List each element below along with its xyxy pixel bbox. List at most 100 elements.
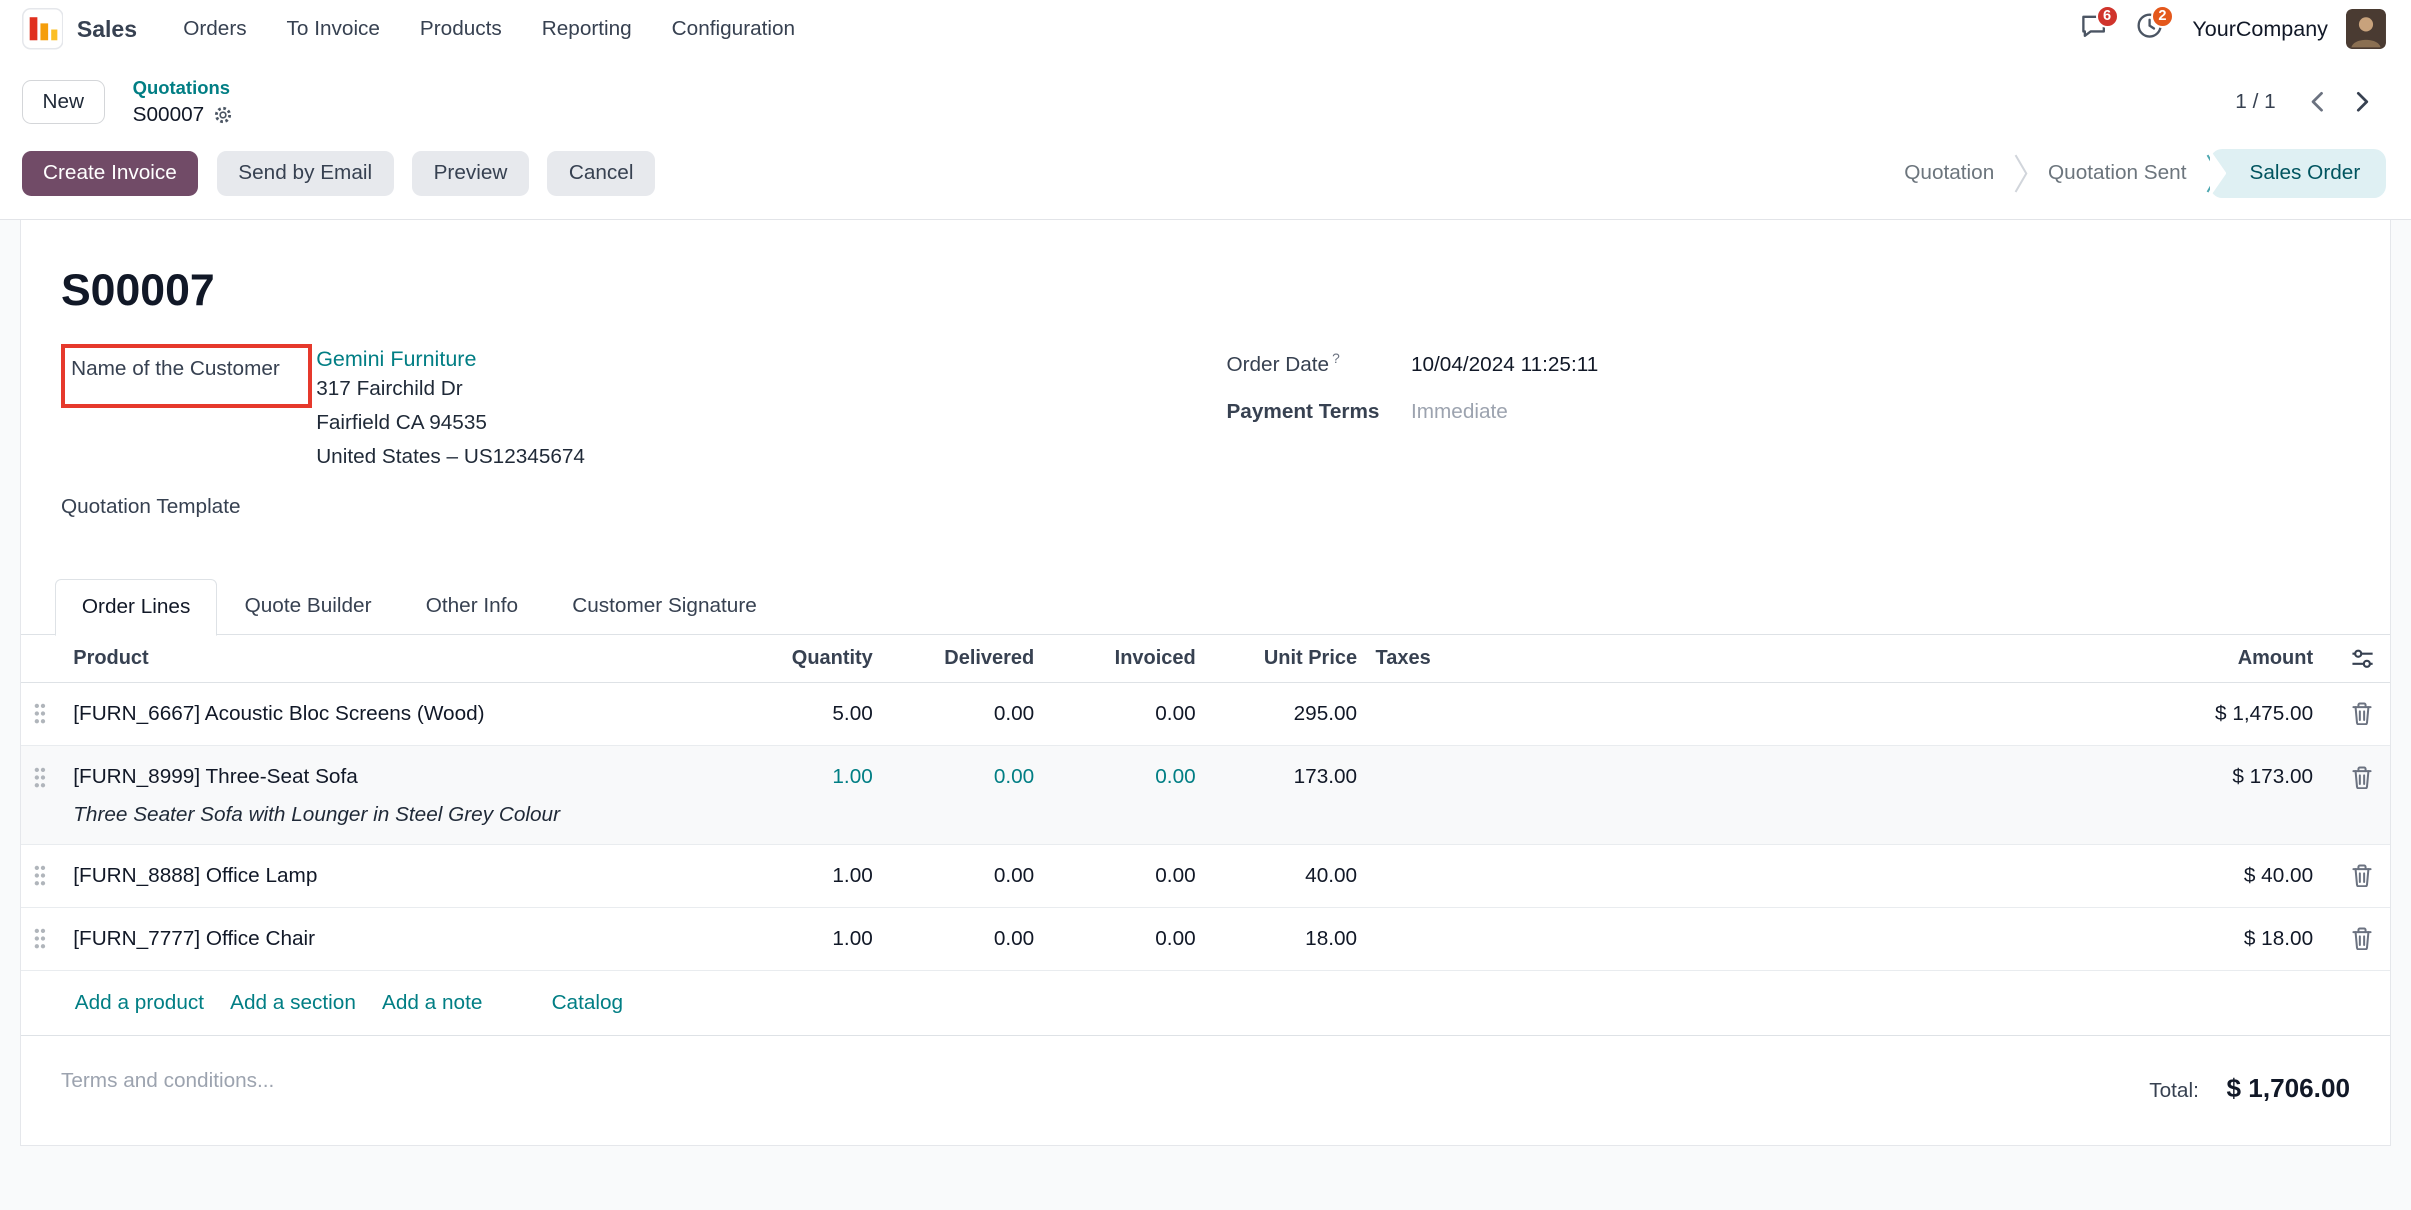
menu-orders[interactable]: Orders — [165, 8, 265, 50]
customer-label-highlight-box: Name of the Customer — [61, 344, 312, 409]
order-date-value[interactable]: 10/04/2024 11:25:11 — [1411, 353, 1598, 377]
drag-handle-icon[interactable] — [21, 927, 58, 950]
cell-invoiced[interactable]: 0.00 — [1034, 864, 1195, 888]
order-line-row[interactable]: [FURN_8888] Office Lamp 1.00 0.00 0.00 4… — [21, 845, 2390, 908]
gear-icon[interactable] — [213, 105, 233, 125]
breadcrumb-quotations-link[interactable]: Quotations — [133, 77, 234, 99]
cell-delivered[interactable]: 0.00 — [873, 927, 1034, 951]
cell-amount: $ 1,475.00 — [2073, 702, 2334, 726]
stage-sales-order-active[interactable]: Sales Order — [2210, 149, 2387, 198]
cell-delivered[interactable]: 0.00 — [873, 702, 1034, 726]
send-by-email-button[interactable]: Send by Email — [217, 151, 394, 197]
catalog-link[interactable]: Catalog — [552, 991, 624, 1015]
col-product[interactable]: Product — [58, 647, 704, 670]
menu-products[interactable]: Products — [401, 8, 520, 50]
payment-terms-label: Payment Terms — [1226, 400, 1411, 424]
product-description[interactable]: Three Seater Sofa with Lounger in Steel … — [21, 803, 2390, 844]
quotation-template-label[interactable]: Quotation Template — [61, 495, 1227, 519]
col-unit-price[interactable]: Unit Price — [1196, 647, 1357, 670]
cell-unit-price[interactable]: 40.00 — [1196, 864, 1357, 888]
activities-button[interactable]: 2 — [2122, 3, 2177, 55]
order-line-row[interactable]: [FURN_8999] Three-Seat Sofa 1.00 0.00 0.… — [21, 746, 2390, 845]
tab-quote-builder[interactable]: Quote Builder — [217, 577, 398, 634]
order-date-row: Order Date? 10/04/2024 11:25:11 — [1226, 350, 2350, 377]
stage-pipeline: Quotation Quotation Sent Sales Order — [1884, 149, 2386, 198]
company-switcher[interactable]: YourCompany — [2192, 17, 2328, 42]
total-block: Total: $ 1,706.00 — [2149, 1069, 2350, 1103]
order-line-row[interactable]: [FURN_7777] Office Chair 1.00 0.00 0.00 … — [21, 908, 2390, 971]
user-avatar[interactable] — [2346, 9, 2386, 49]
payment-terms-value[interactable]: Immediate — [1411, 400, 1508, 424]
stage-quotation-sent[interactable]: Quotation Sent — [2028, 151, 2206, 197]
cell-product[interactable]: [FURN_8888] Office Lamp — [58, 864, 704, 888]
navbar-right: 6 2 YourCompany — [2066, 3, 2386, 55]
tab-other-info[interactable]: Other Info — [399, 577, 546, 634]
help-icon[interactable]: ? — [1332, 350, 1340, 366]
trash-icon[interactable] — [2335, 766, 2390, 789]
pager-count: 1 / 1 — [2235, 90, 2275, 114]
cell-quantity[interactable]: 1.00 — [704, 927, 873, 951]
cell-amount: $ 40.00 — [2073, 864, 2334, 888]
order-lines-table: Product Quantity Delivered Invoiced Unit… — [21, 635, 2390, 971]
col-delivered[interactable]: Delivered — [873, 647, 1034, 670]
cell-delivered[interactable]: 0.00 — [873, 864, 1034, 888]
cell-quantity[interactable]: 1.00 — [704, 864, 873, 888]
new-button[interactable]: New — [22, 80, 105, 124]
order-line-row[interactable]: [FURN_6667] Acoustic Bloc Screens (Wood)… — [21, 683, 2390, 746]
cell-product[interactable]: [FURN_7777] Office Chair — [58, 927, 704, 951]
customer-name-link[interactable]: Gemini Furniture — [316, 347, 585, 372]
app-name[interactable]: Sales — [77, 16, 137, 43]
record-pager: 1 / 1 — [2235, 79, 2386, 125]
cell-unit-price[interactable]: 173.00 — [1196, 765, 1357, 789]
column-sliders-icon[interactable] — [2335, 648, 2390, 670]
drag-handle-icon[interactable] — [21, 766, 58, 789]
create-invoice-button[interactable]: Create Invoice — [22, 151, 199, 197]
drag-handle-icon[interactable] — [21, 864, 58, 887]
col-invoiced[interactable]: Invoiced — [1034, 647, 1195, 670]
tab-customer-signature[interactable]: Customer Signature — [545, 577, 784, 634]
odoo-sales-window: Sales Orders To Invoice Products Reporti… — [0, 0, 2411, 1210]
cell-product[interactable]: [FURN_6667] Acoustic Bloc Screens (Wood) — [58, 702, 704, 726]
preview-button[interactable]: Preview — [412, 151, 529, 197]
table-header-row: Product Quantity Delivered Invoiced Unit… — [21, 635, 2390, 683]
cell-unit-price[interactable]: 295.00 — [1196, 702, 1357, 726]
col-amount[interactable]: Amount — [2073, 647, 2334, 670]
col-quantity[interactable]: Quantity — [704, 647, 873, 670]
terms-and-conditions-input[interactable]: Terms and conditions... — [61, 1069, 274, 1093]
cell-invoiced[interactable]: 0.00 — [1034, 702, 1195, 726]
cell-quantity[interactable]: 5.00 — [704, 702, 873, 726]
col-taxes[interactable]: Taxes — [1357, 647, 2073, 670]
pager-previous-button[interactable] — [2294, 79, 2340, 125]
sales-app-icon[interactable] — [22, 8, 64, 50]
add-product-link[interactable]: Add a product — [75, 991, 204, 1015]
stage-quotation[interactable]: Quotation — [1884, 151, 2014, 197]
add-section-link[interactable]: Add a section — [230, 991, 356, 1015]
cell-delivered[interactable]: 0.00 — [873, 765, 1034, 789]
breadcrumb: Quotations S00007 — [133, 77, 234, 128]
cell-quantity[interactable]: 1.00 — [704, 765, 873, 789]
menu-to-invoice[interactable]: To Invoice — [268, 8, 398, 50]
tab-order-lines[interactable]: Order Lines — [55, 579, 218, 636]
pager-next-button[interactable] — [2340, 79, 2386, 125]
menu-reporting[interactable]: Reporting — [523, 8, 650, 50]
cell-unit-price[interactable]: 18.00 — [1196, 927, 1357, 951]
customer-address-line: 317 Fairchild Dr — [316, 372, 585, 406]
cell-invoiced[interactable]: 0.00 — [1034, 765, 1195, 789]
trash-icon[interactable] — [2335, 702, 2390, 725]
table-footer-links: Add a product Add a section Add a note C… — [21, 971, 2390, 1036]
drag-handle-icon[interactable] — [21, 702, 58, 725]
cancel-button[interactable]: Cancel — [547, 151, 655, 197]
main-menu: Orders To Invoice Products Reporting Con… — [165, 8, 814, 50]
breadcrumb-current-label: S00007 — [133, 103, 205, 127]
statusbar: Create Invoice Send by Email Preview Can… — [0, 140, 2411, 220]
messages-button[interactable]: 6 — [2066, 3, 2121, 55]
cell-product[interactable]: [FURN_8999] Three-Seat Sofa — [58, 765, 704, 789]
trash-icon[interactable] — [2335, 927, 2390, 950]
add-note-link[interactable]: Add a note — [382, 991, 482, 1015]
cell-invoiced[interactable]: 0.00 — [1034, 927, 1195, 951]
trash-icon[interactable] — [2335, 864, 2390, 887]
menu-configuration[interactable]: Configuration — [653, 8, 813, 50]
customer-section: Name of the Customer Gemini Furniture 31… — [61, 344, 1227, 519]
navbar-left: Sales Orders To Invoice Products Reporti… — [22, 8, 814, 50]
sheet-footer: Terms and conditions... Total: $ 1,706.0… — [61, 1036, 2350, 1144]
